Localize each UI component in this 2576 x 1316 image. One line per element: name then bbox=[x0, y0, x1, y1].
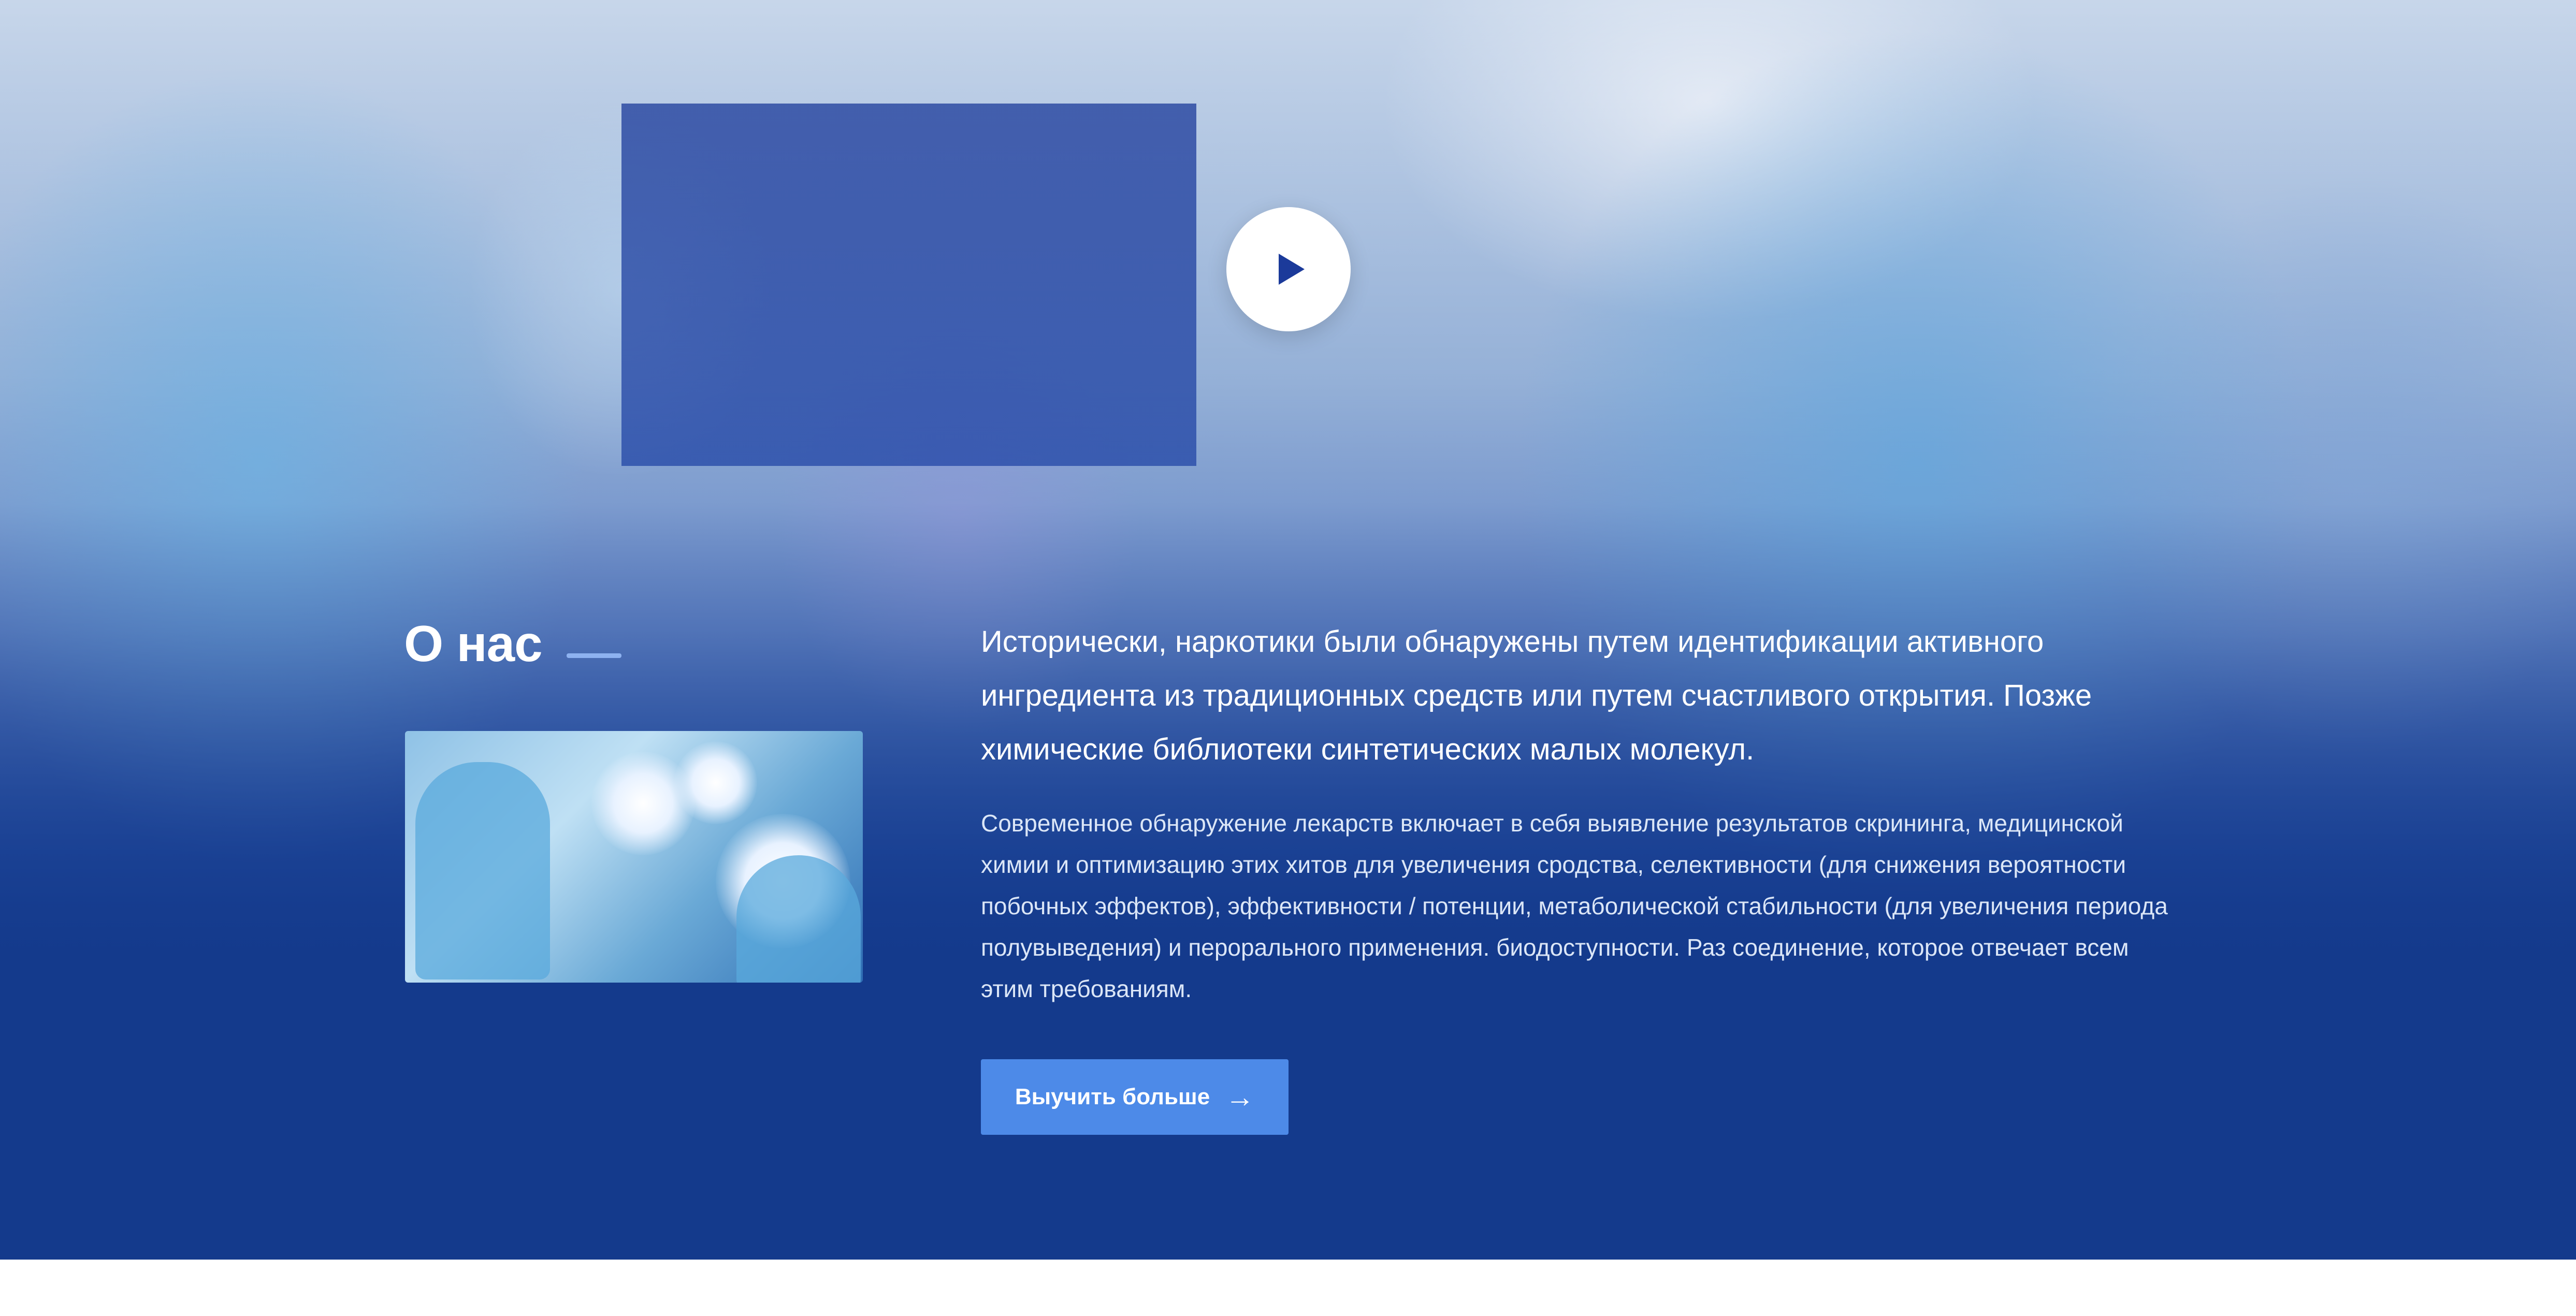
learn-more-label: Выучить больше bbox=[1015, 1084, 1210, 1109]
arrow-right-icon: → bbox=[1225, 1080, 1255, 1113]
lead-paragraph: Исторически, наркотики были обнаружены п… bbox=[981, 625, 2092, 766]
body-paragraph: Современное обнаружение лекарств включае… bbox=[981, 810, 2168, 1002]
section-title: О нас bbox=[404, 615, 543, 672]
learn-more-button[interactable]: Выучить больше → bbox=[981, 1059, 1289, 1135]
thumbnail-surgeon-figure bbox=[415, 762, 550, 979]
about-section: О нас Исторически, наркотики были обнару… bbox=[0, 0, 2576, 1260]
title-underline bbox=[567, 653, 621, 658]
page-bottom-strip bbox=[0, 1260, 2576, 1316]
play-icon bbox=[1279, 254, 1305, 285]
thumbnail-image bbox=[405, 731, 863, 983]
thumbnail-surgeon-figure bbox=[736, 855, 861, 983]
video-play-button[interactable] bbox=[1226, 207, 1351, 331]
thumbnail-surgical-light bbox=[674, 741, 757, 824]
